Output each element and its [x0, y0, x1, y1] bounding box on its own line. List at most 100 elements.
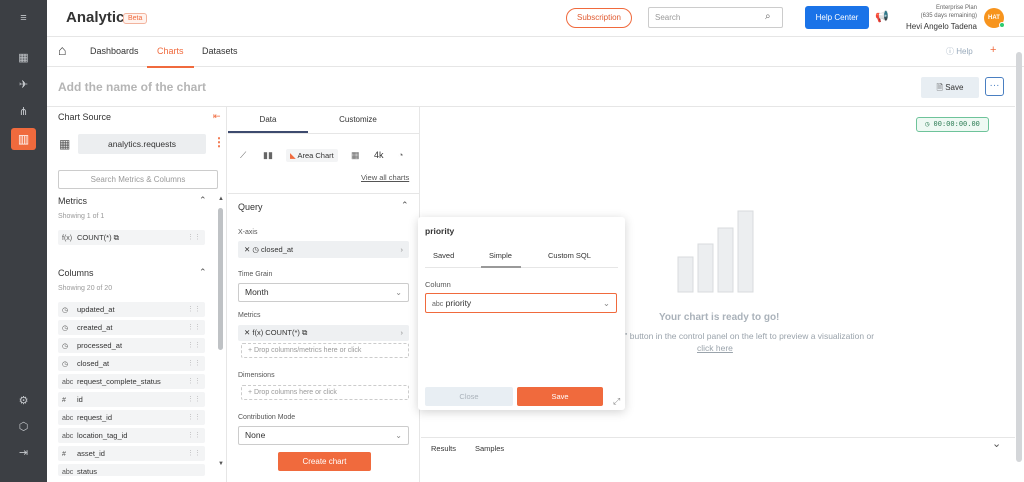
contribution-mode-select[interactable]: None ⌄ [238, 426, 409, 445]
charts-icon[interactable]: ▥ [11, 128, 36, 150]
columns-showing: Showing 20 of 20 [58, 285, 113, 292]
popover-column-label: Column [425, 280, 451, 289]
logout-icon[interactable]: ⇥ [15, 445, 32, 462]
column-item[interactable]: abc location_tag_id ⋮⋮ [58, 428, 205, 443]
clock-icon: ◷ [62, 307, 69, 314]
scroll-up-icon[interactable]: ▲ [218, 196, 224, 202]
column-item[interactable]: ◷ closed_at ⋮⋮ [58, 356, 205, 371]
illustration-bar [717, 227, 734, 293]
drag-handle-icon[interactable]: ⋮⋮ [187, 446, 201, 461]
collapse-panel-icon[interactable]: ⇤ [213, 111, 221, 122]
drag-handle-icon[interactable]: ⋮⋮ [187, 428, 201, 443]
popover-save-button[interactable]: Save [517, 387, 603, 406]
results-tab[interactable]: Results [431, 444, 456, 453]
column-item[interactable]: abc request_id ⋮⋮ [58, 410, 205, 425]
search-icon[interactable]: ⌕ [765, 11, 771, 22]
help-center-button[interactable]: Help Center [805, 6, 869, 29]
chart-title-input[interactable]: Add the name of the chart [58, 80, 206, 94]
chevron-down-icon[interactable]: ⌄ [992, 437, 1001, 450]
chevron-up-icon[interactable]: ⌃ [199, 267, 207, 278]
metric-item[interactable]: f(x) COUNT(*) ⧉ ⋮⋮ [58, 230, 205, 245]
hierarchy-icon[interactable]: ⋔ [15, 104, 32, 121]
home-icon[interactable]: ⌂ [58, 42, 66, 58]
drag-handle-icon[interactable]: ⋮⋮ [187, 302, 201, 317]
text-type-icon: abc [62, 433, 74, 440]
column-item[interactable]: ◷ processed_at ⋮⋮ [58, 338, 205, 353]
column-name: request_complete_status [77, 377, 161, 386]
dimensions-drop-text: Drop columns here or click [254, 389, 337, 396]
expand-icon[interactable]: ⤢ [613, 396, 620, 407]
subscription-button[interactable]: Subscription [566, 8, 632, 28]
tab-dashboards[interactable]: Dashboards [90, 46, 139, 56]
chart-ready-title: Your chart is ready to go! [659, 312, 780, 323]
dashboard-icon[interactable]: ▦ [15, 50, 32, 67]
cube-icon[interactable]: ⬡ [15, 419, 32, 436]
popover-title: priority [425, 226, 455, 236]
scroll-down-icon[interactable]: ▼ [218, 461, 224, 467]
time-grain-select[interactable]: Month ⌄ [238, 283, 409, 302]
tab-charts[interactable]: Charts [157, 46, 184, 56]
left-panel-scrollbar[interactable] [218, 208, 223, 350]
pie-chart-icon[interactable]: ◔ [398, 150, 403, 160]
drag-handle-icon[interactable]: ⋮⋮ [187, 230, 201, 245]
table-grid-icon: ▦ [59, 137, 71, 151]
plan-name: Enterprise Plan [935, 5, 977, 11]
save-chart-button[interactable]: 🗎 Save [921, 77, 979, 98]
view-all-charts-link[interactable]: View all charts [361, 173, 409, 182]
collapse-menu-icon[interactable]: ≡ [15, 10, 32, 27]
column-item[interactable]: ◷ updated_at ⋮⋮ [58, 302, 205, 317]
plan-remaining: (635 days remaining) [920, 13, 977, 19]
click-here-link[interactable]: click here [697, 343, 733, 353]
drag-handle-icon[interactable]: ⋮⋮ [187, 320, 201, 335]
popover-tab-saved[interactable]: Saved [433, 251, 454, 260]
chevron-down-icon: ⌄ [395, 431, 402, 440]
column-name: updated_at [77, 305, 115, 314]
rocket-icon[interactable]: ✈ [15, 77, 32, 94]
area-chart-option[interactable]: ◣ Area Chart [286, 149, 338, 162]
add-new-button[interactable]: + [990, 44, 996, 56]
query-timer: ◷ 00:00:00.00 [916, 117, 989, 132]
tab-data[interactable]: Data [228, 107, 308, 133]
more-options-button[interactable]: ··· [985, 77, 1004, 96]
popover-close-button[interactable]: Close [425, 387, 513, 406]
create-chart-button[interactable]: Create chart [278, 452, 371, 471]
drag-handle-icon[interactable]: ⋮⋮ [187, 356, 201, 371]
samples-tab[interactable]: Samples [475, 444, 504, 453]
tab-customize[interactable]: Customize [308, 107, 408, 133]
search-metrics-columns-input[interactable]: Search Metrics & Columns [58, 170, 218, 189]
metrics-dropzone[interactable]: + Drop columns/metrics here or click [241, 343, 409, 358]
search-input[interactable]: Search [648, 7, 783, 28]
popover-tab-simple[interactable]: Simple [489, 251, 512, 260]
column-item[interactable]: abc request_complete_status ⋮⋮ [58, 374, 205, 389]
dataset-menu-icon[interactable]: ⋮ [213, 135, 225, 149]
dataset-name[interactable]: analytics.requests [78, 134, 206, 154]
query-section-label: Query [238, 202, 263, 212]
table-icon[interactable]: ▦ [351, 150, 360, 161]
bar-chart-icon[interactable]: ▮▮ [263, 150, 273, 161]
illustration-bar [677, 256, 694, 293]
metric-chip[interactable]: ✕ f(x) COUNT(*) ⧉ › [238, 325, 409, 341]
column-item[interactable]: # id ⋮⋮ [58, 392, 205, 407]
popover-tab-custom-sql[interactable]: Custom SQL [548, 251, 591, 260]
line-chart-icon[interactable]: ⟋ [240, 150, 246, 161]
column-select[interactable]: abc priority ⌄ [425, 293, 617, 313]
text-type-icon: abc [432, 301, 444, 308]
help-link[interactable]: ⓘ Help [946, 46, 973, 57]
gear-icon[interactable]: ⚙ [15, 393, 32, 410]
drag-handle-icon[interactable]: ⋮⋮ [187, 392, 201, 407]
drag-handle-icon[interactable]: ⋮⋮ [187, 410, 201, 425]
xaxis-chip[interactable]: ✕ ◷ closed_at › [238, 241, 409, 258]
column-item[interactable]: ◷ created_at ⋮⋮ [58, 320, 205, 335]
clock-icon: ◷ [252, 245, 262, 254]
tab-datasets[interactable]: Datasets [202, 46, 238, 56]
column-item[interactable]: abc status [58, 464, 205, 476]
big-number-option[interactable]: 4k [374, 150, 384, 160]
dimensions-dropzone[interactable]: + Drop columns here or click [241, 385, 409, 400]
column-item[interactable]: # asset_id ⋮⋮ [58, 446, 205, 461]
drag-handle-icon[interactable]: ⋮⋮ [187, 338, 201, 353]
chevron-up-icon[interactable]: ⌃ [401, 200, 409, 211]
megaphone-icon[interactable]: 📢 [875, 10, 889, 23]
main-scrollbar[interactable] [1016, 52, 1022, 462]
chevron-up-icon[interactable]: ⌃ [199, 195, 207, 206]
drag-handle-icon[interactable]: ⋮⋮ [187, 374, 201, 389]
